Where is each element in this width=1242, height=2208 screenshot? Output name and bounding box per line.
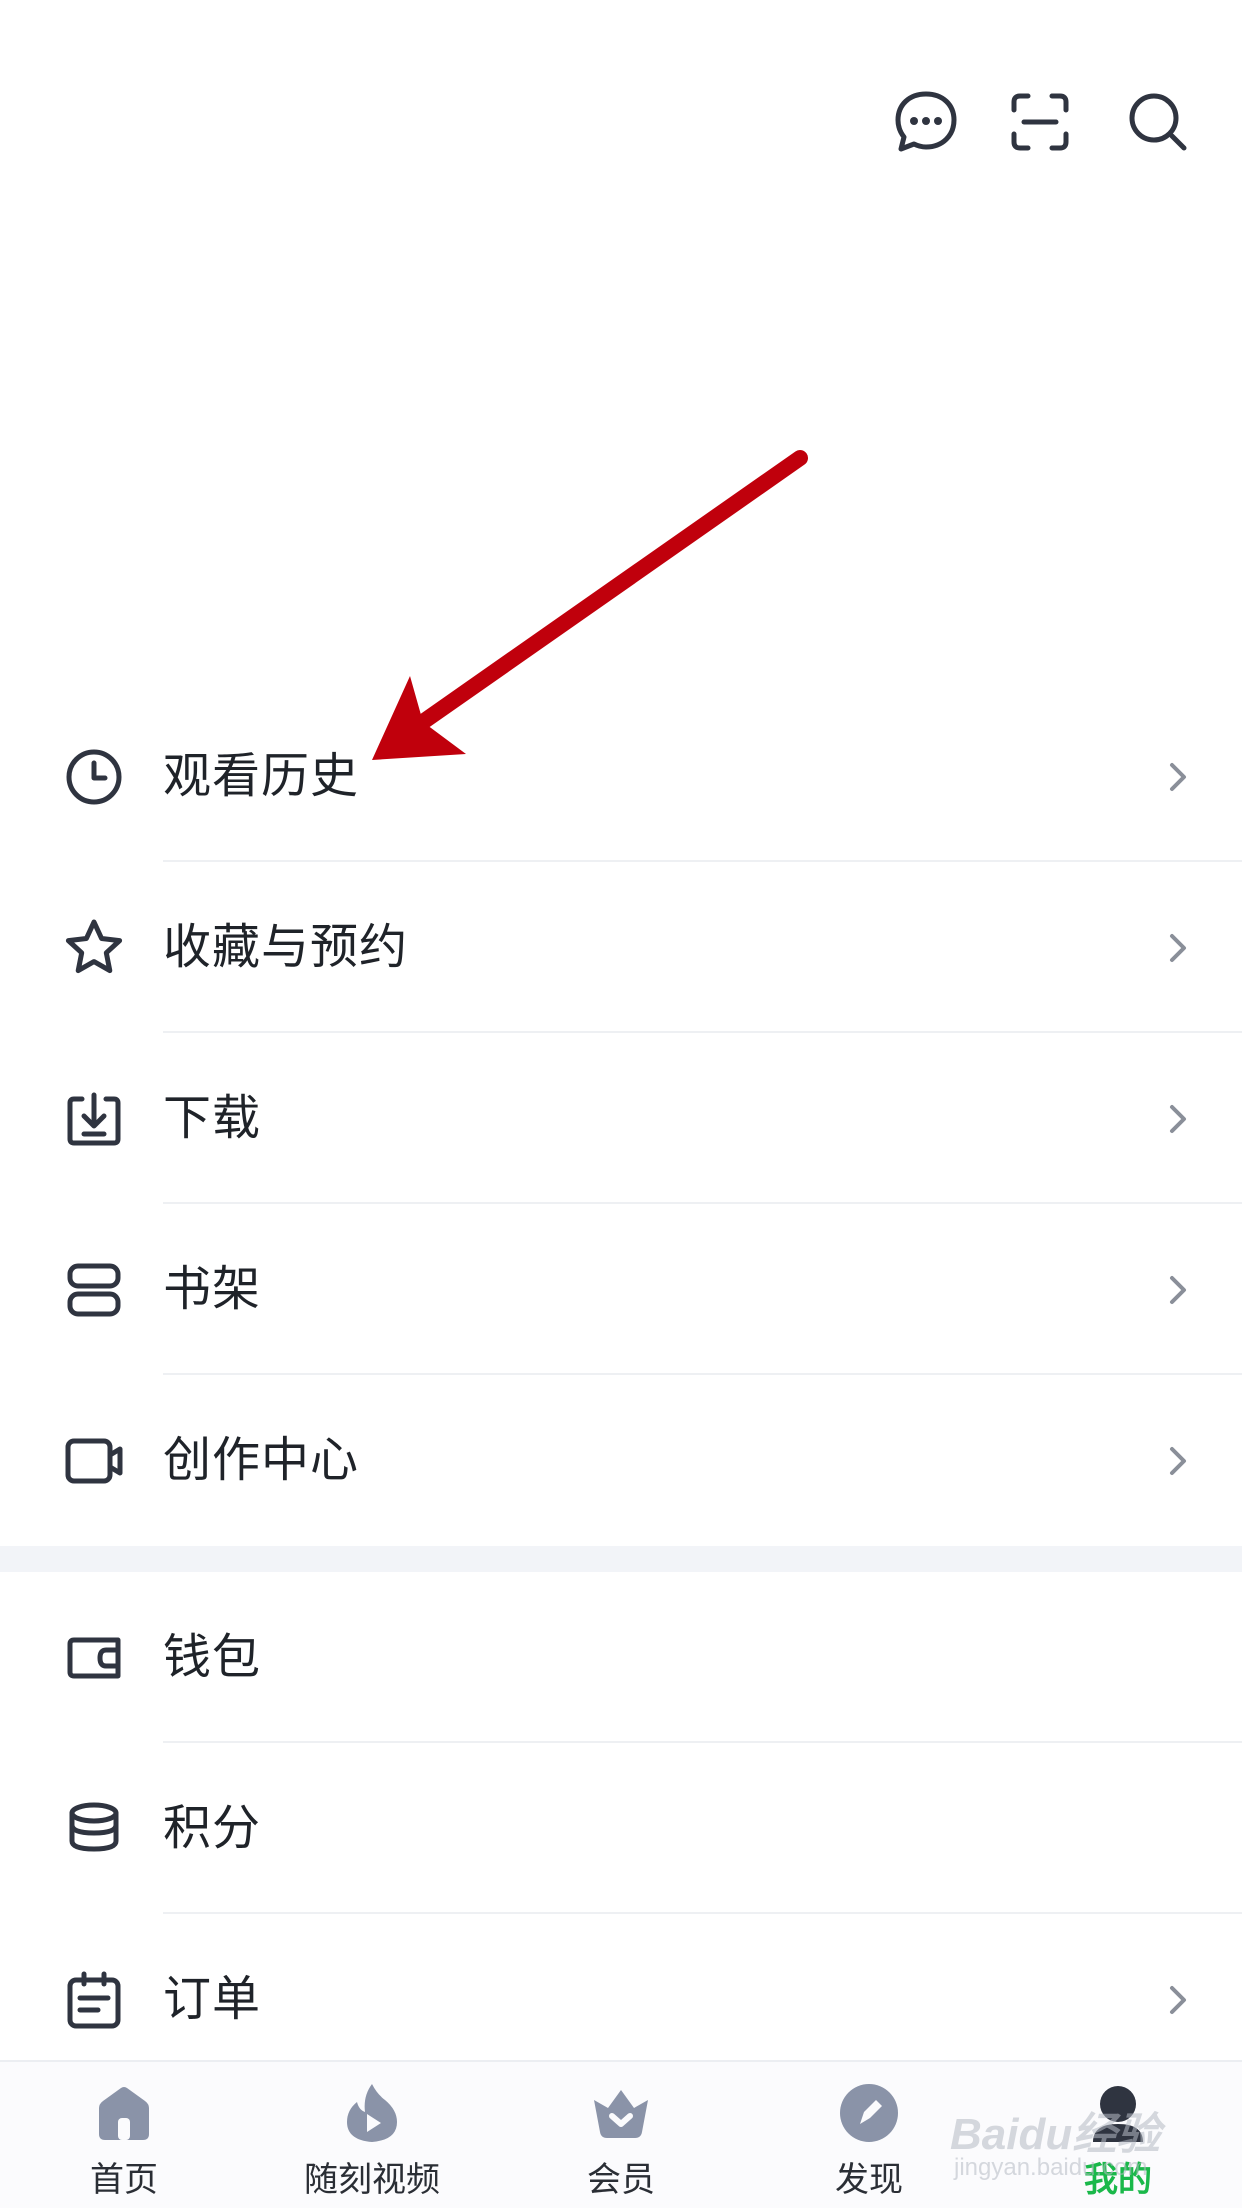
tab-suike-video[interactable]: 随刻视频 — [272, 2062, 472, 2208]
menu-item-bookshelf[interactable]: 书架 — [0, 1204, 1242, 1375]
flame-play-icon — [339, 2080, 405, 2146]
tab-label: 发现 — [835, 2160, 903, 2200]
message-icon[interactable] — [890, 86, 962, 158]
home-icon — [91, 2080, 157, 2146]
menu-item-label: 钱包 — [163, 1629, 262, 1685]
menu-item-label: 下载 — [163, 1090, 262, 1146]
section-divider — [0, 1546, 1242, 1572]
chevron-right-icon — [1166, 1980, 1190, 2020]
chevron-right-icon — [1166, 1270, 1190, 1310]
menu-item-points[interactable]: 积分 — [0, 1743, 1242, 1914]
tab-label: 首页 — [90, 2160, 158, 2200]
menu-group-secondary: 钱包 积分 订单 — [0, 1572, 1242, 2085]
menu-item-label: 收藏与预约 — [163, 919, 409, 975]
tab-vip[interactable]: 会员 — [521, 2062, 721, 2208]
chevron-right-icon — [1166, 928, 1190, 968]
tab-discover[interactable]: 发现 — [769, 2062, 969, 2208]
menu-item-favorites[interactable]: 收藏与预约 — [0, 862, 1242, 1033]
menu-item-label: 书架 — [163, 1261, 262, 1317]
wallet-icon — [62, 1626, 126, 1690]
crown-icon — [588, 2080, 654, 2146]
coins-icon — [62, 1797, 126, 1861]
tab-home[interactable]: 首页 — [24, 2062, 224, 2208]
chevron-right-icon — [1166, 1441, 1190, 1481]
menu-item-download[interactable]: 下载 — [0, 1033, 1242, 1204]
compass-icon — [836, 2080, 902, 2146]
scan-icon[interactable] — [1004, 86, 1076, 158]
menu-item-label: 创作中心 — [163, 1432, 360, 1488]
watermark-sub: jingyan.baidu.com — [954, 2154, 1148, 2181]
menu-item-label: 观看历史 — [163, 748, 360, 804]
star-icon — [62, 916, 126, 980]
calendar-icon — [62, 1968, 126, 2032]
tab-label: 会员 — [587, 2160, 655, 2200]
menu-group-primary: 观看历史 收藏与预约 下载 书架 创作中心 — [0, 691, 1242, 1546]
menu-item-wallet[interactable]: 钱包 — [0, 1572, 1242, 1743]
top-bar — [0, 0, 1242, 240]
tab-label: 随刻视频 — [304, 2160, 440, 2200]
menu-item-creator-center[interactable]: 创作中心 — [0, 1375, 1242, 1546]
video-camera-icon — [62, 1429, 126, 1493]
clock-icon — [62, 745, 126, 809]
chevron-right-icon — [1166, 757, 1190, 797]
search-icon[interactable] — [1122, 86, 1194, 158]
menu-item-label: 积分 — [163, 1800, 262, 1856]
chevron-right-icon — [1166, 1099, 1190, 1139]
watermark: Baidu经验 jingyan.baidu.com — [950, 2098, 1200, 2188]
watermark-main: Baidu经验 — [950, 2110, 1161, 2159]
download-icon — [62, 1087, 126, 1151]
menu-item-watch-history[interactable]: 观看历史 — [0, 691, 1242, 862]
bookshelf-icon — [62, 1258, 126, 1322]
